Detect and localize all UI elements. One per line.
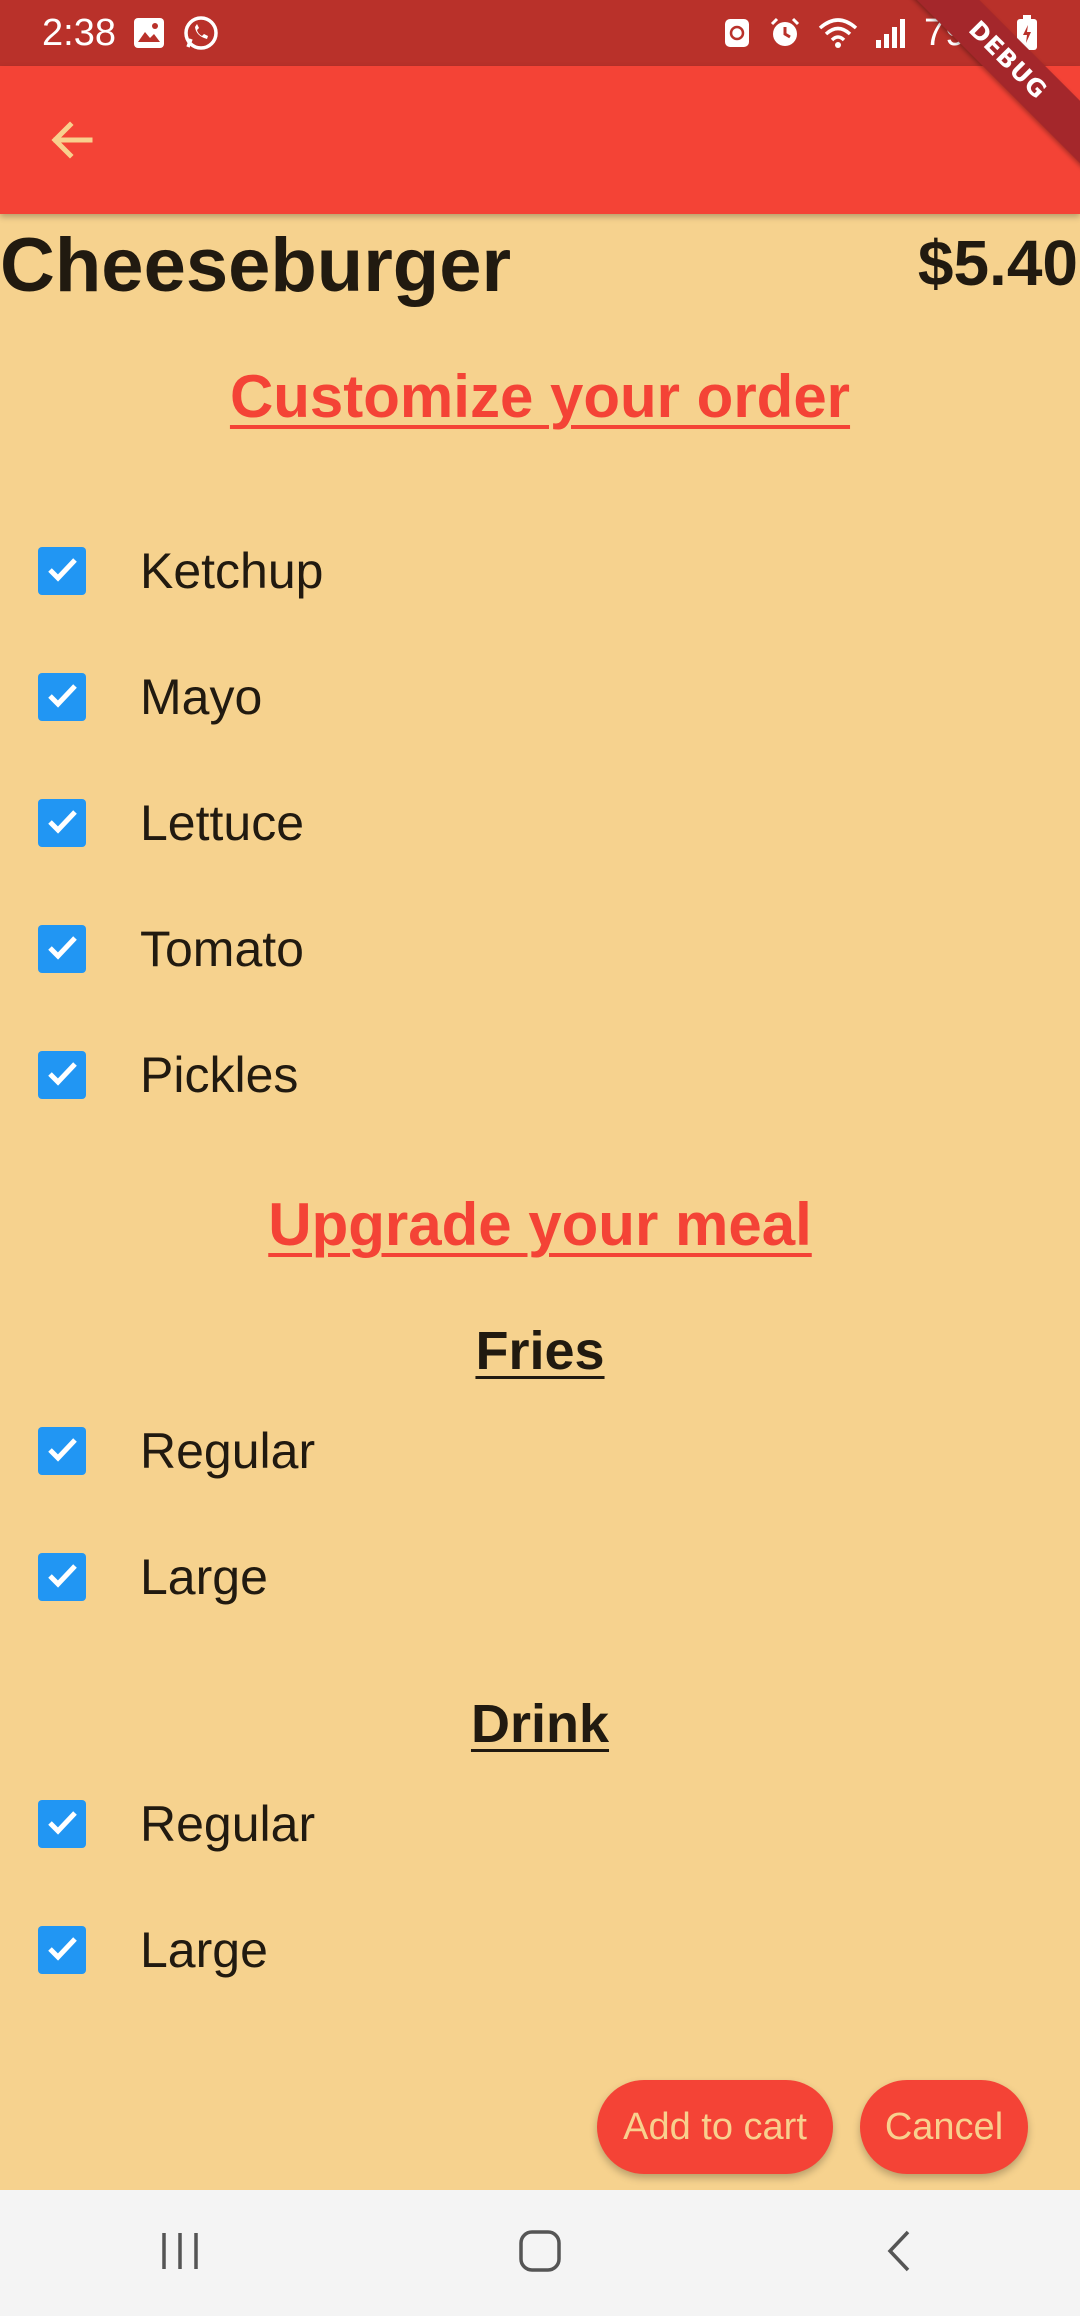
option-label: Regular bbox=[140, 1796, 316, 1852]
product-price: $5.40 bbox=[917, 227, 1078, 299]
signal-icon bbox=[874, 16, 908, 50]
home-button[interactable] bbox=[480, 2213, 600, 2293]
option-drink-large[interactable]: Large bbox=[38, 1905, 938, 1995]
alarm-icon bbox=[768, 16, 802, 50]
option-tomato[interactable]: Tomato bbox=[38, 904, 938, 994]
drink-group-title: Drink bbox=[470, 1694, 610, 1754]
option-drink-regular[interactable]: Regular bbox=[38, 1779, 938, 1869]
checkbox[interactable] bbox=[38, 1427, 86, 1475]
option-ketchup[interactable]: Ketchup bbox=[38, 526, 938, 616]
checkbox[interactable] bbox=[38, 1051, 86, 1099]
nav-back-button[interactable] bbox=[840, 2213, 960, 2293]
option-mayo[interactable]: Mayo bbox=[38, 652, 938, 742]
status-right: 79% bbox=[722, 12, 1038, 55]
fries-group-title: Fries bbox=[475, 1321, 605, 1381]
nav-back-icon bbox=[880, 2228, 920, 2279]
option-fries-large[interactable]: Large bbox=[38, 1532, 938, 1622]
check-icon bbox=[42, 927, 82, 972]
option-fries-regular[interactable]: Regular bbox=[38, 1406, 938, 1496]
status-time: 2:38 bbox=[42, 11, 116, 54]
recents-button[interactable] bbox=[120, 2213, 240, 2293]
check-icon bbox=[42, 1928, 82, 1973]
data-saver-icon bbox=[722, 16, 752, 50]
checkbox[interactable] bbox=[38, 925, 86, 973]
check-icon bbox=[42, 1802, 82, 1847]
check-icon bbox=[42, 1053, 82, 1098]
option-label: Ketchup bbox=[140, 543, 324, 599]
checkbox[interactable] bbox=[38, 673, 86, 721]
status-bar: 2:38 79% bbox=[0, 0, 1080, 66]
status-left: 2:38 bbox=[42, 12, 220, 55]
check-icon bbox=[42, 675, 82, 720]
system-nav-bar bbox=[0, 2190, 1080, 2316]
recents-icon bbox=[158, 2229, 202, 2278]
add-to-cart-button[interactable]: Add to cart bbox=[597, 2080, 833, 2174]
checkbox[interactable] bbox=[38, 1553, 86, 1601]
app-bar bbox=[0, 66, 1080, 214]
battery-icon bbox=[1016, 15, 1038, 51]
option-label: Regular bbox=[140, 1423, 316, 1479]
product-name: Cheeseburger bbox=[0, 223, 512, 308]
upgrade-section-title: Upgrade your meal bbox=[268, 1191, 812, 1258]
option-label: Large bbox=[140, 1922, 268, 1978]
check-icon bbox=[42, 1429, 82, 1474]
check-icon bbox=[42, 1555, 82, 1600]
battery-percent: 79% bbox=[923, 11, 1000, 54]
option-label: Tomato bbox=[140, 921, 304, 977]
check-icon bbox=[42, 549, 82, 594]
checkbox[interactable] bbox=[38, 799, 86, 847]
back-button[interactable] bbox=[40, 110, 104, 174]
check-icon bbox=[42, 801, 82, 846]
checkbox[interactable] bbox=[38, 547, 86, 595]
customize-section-title: Customize your order bbox=[229, 363, 851, 430]
cancel-button[interactable]: Cancel bbox=[860, 2080, 1028, 2174]
home-icon bbox=[517, 2228, 563, 2279]
wifi-icon bbox=[818, 16, 858, 50]
option-label: Lettuce bbox=[140, 795, 305, 851]
checkbox[interactable] bbox=[38, 1800, 86, 1848]
whatsapp-notification-icon bbox=[182, 14, 220, 52]
option-pickles[interactable]: Pickles bbox=[38, 1030, 938, 1120]
option-lettuce[interactable]: Lettuce bbox=[38, 778, 938, 868]
arrow-left-icon bbox=[48, 116, 96, 169]
gallery-notification-icon bbox=[132, 16, 166, 50]
option-label: Pickles bbox=[140, 1047, 299, 1103]
checkbox[interactable] bbox=[38, 1926, 86, 1974]
option-label: Large bbox=[140, 1549, 268, 1605]
option-label: Mayo bbox=[140, 669, 263, 725]
